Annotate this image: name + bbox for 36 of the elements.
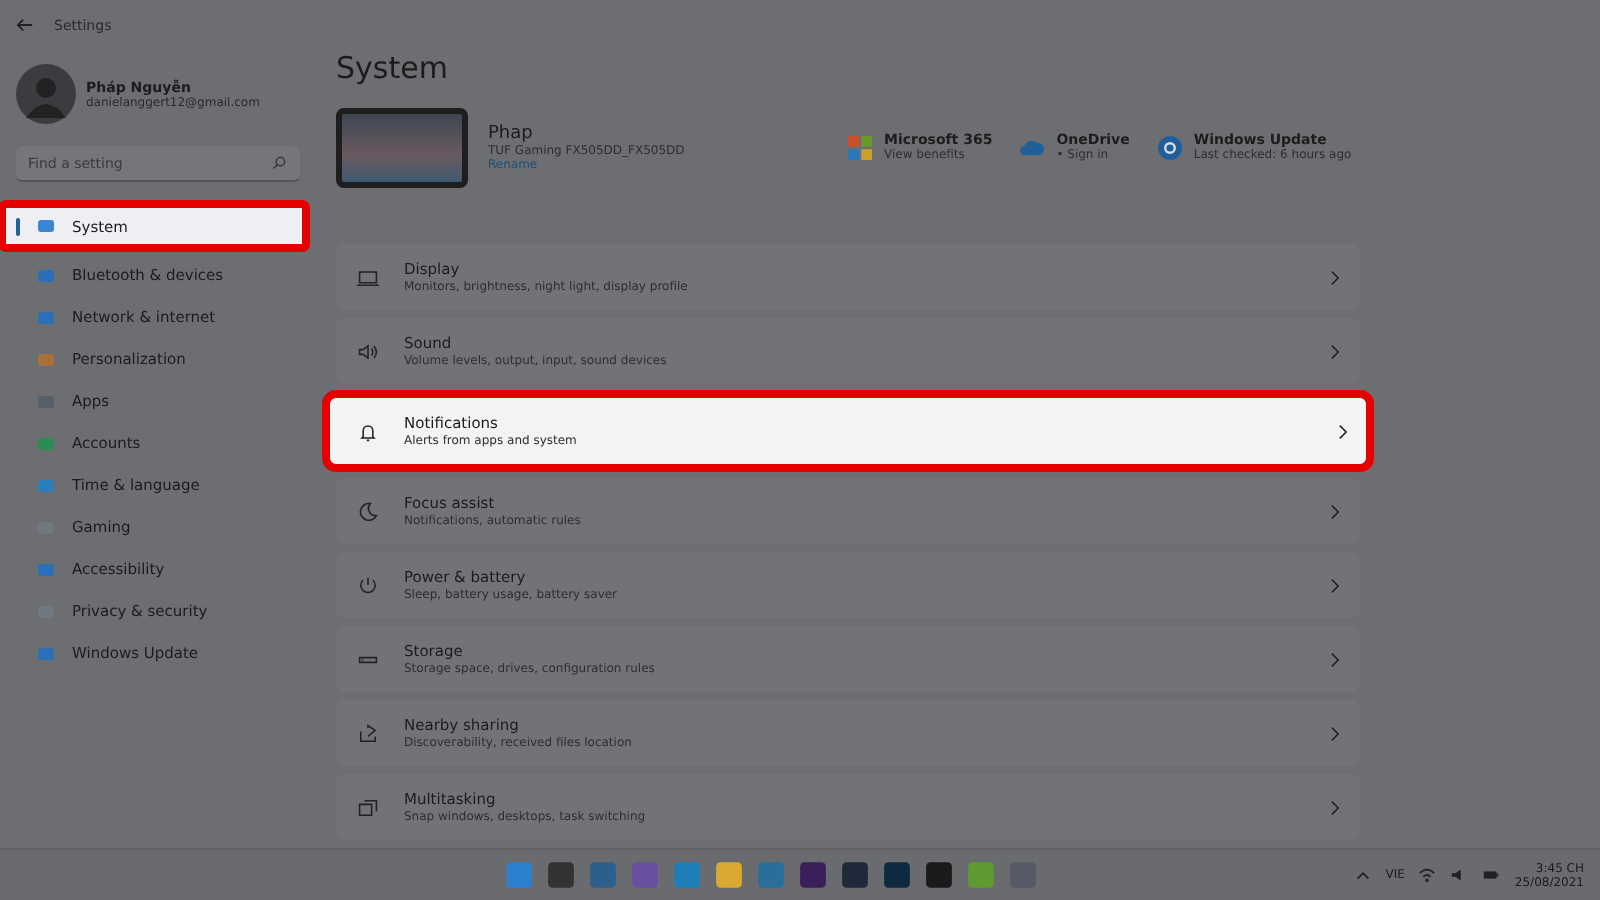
setting-icon [356, 721, 380, 745]
chevron-icon [1330, 269, 1340, 285]
nav-icon [36, 216, 56, 236]
setting-icon [356, 419, 380, 443]
nav-icon [36, 307, 56, 327]
page-title: System [336, 48, 450, 90]
nav-icon [36, 349, 56, 369]
nav-icon [36, 265, 56, 285]
cloud-icon[interactable] [1020, 135, 1045, 159]
device-name: Phap [488, 123, 533, 143]
setting-icon [356, 795, 380, 819]
setting-icon [356, 573, 380, 597]
sync-icon[interactable] [1157, 135, 1182, 159]
nav-icon [36, 391, 56, 411]
nav-icon [36, 643, 56, 663]
wifi-icon[interactable] [1418, 866, 1437, 884]
chevron-icon [1330, 651, 1340, 667]
chevron-icon [1330, 503, 1340, 519]
setting-icon [356, 339, 380, 363]
setting-icon [356, 265, 380, 289]
nav-icon [36, 433, 56, 453]
setting-icon [356, 499, 380, 523]
nav-icon [36, 475, 56, 495]
chevron-up-icon[interactable] [1353, 866, 1372, 884]
chevron-icon [1330, 799, 1340, 815]
back-icon[interactable] [16, 16, 34, 34]
selection-indicator [16, 218, 20, 236]
battery-icon[interactable] [1482, 866, 1501, 884]
nav-icon [36, 559, 56, 579]
avatar [16, 64, 76, 124]
chevron-icon [1330, 577, 1340, 593]
four-squares-icon[interactable] [848, 135, 872, 159]
chevron-icon [1338, 423, 1348, 439]
chevron-icon [1330, 725, 1340, 741]
desktop-thumbnail [336, 107, 468, 187]
chevron-icon [1330, 343, 1340, 359]
